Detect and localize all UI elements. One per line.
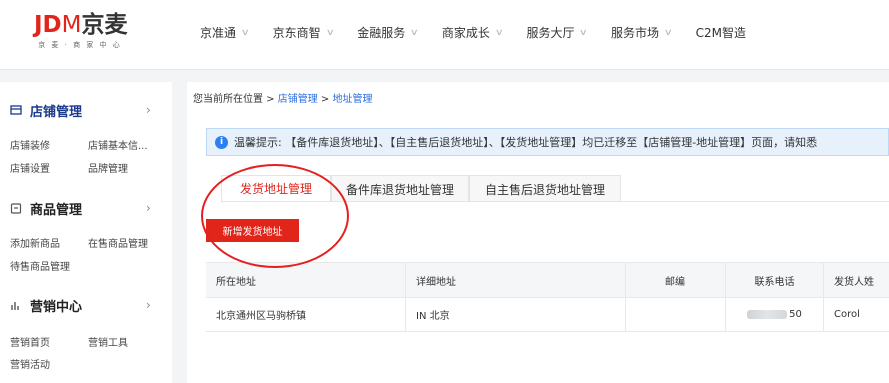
breadcrumb-link-shop-management[interactable]: 店铺管理 [278, 94, 318, 105]
chevron-down-icon: ∨ [494, 27, 504, 38]
address-tabs: 发货地址管理 备件库退货地址管理 自主售后退货地址管理 [221, 175, 621, 202]
breadcrumb: 您当前所在位置 > 店铺管理 > 地址管理 [193, 90, 373, 105]
column-header-phone: 联系电话 [726, 263, 824, 297]
info-icon: i [215, 135, 228, 149]
nav-merchant-growth[interactable]: 商家成长 ∨ [441, 24, 504, 41]
sidebar-item-shop-settings[interactable]: 店铺设置 [10, 160, 50, 175]
chevron-right-icon: › [146, 298, 151, 312]
chevron-down-icon: ∨ [409, 27, 420, 38]
column-header-detail: 详细地址 [406, 263, 626, 297]
nav-c2m[interactable]: C2M智造 [696, 24, 746, 41]
sidebar-section-marketing-center[interactable]: 营销中心 › [0, 295, 172, 315]
nav-jd-shangzhi[interactable]: 京东商智 ∨ [272, 24, 335, 41]
nav-label: 京准通 [200, 26, 237, 40]
column-header-zip: 邮编 [626, 263, 726, 297]
sidebar-section-goods-management[interactable]: 商品管理 › [0, 198, 172, 218]
main-content: 您当前所在位置 > 店铺管理 > 地址管理 i 温馨提示: 【备件库退货地址】、… [187, 82, 889, 383]
notice-text: 温馨提示: 【备件库退货地址】、【自主售后退货地址】、【发货地址管理】均已迁移至… [234, 136, 818, 149]
chevron-right-icon: › [146, 103, 151, 117]
nav-label: 金融服务 [357, 26, 406, 40]
table-row[interactable]: 北京通州区马驹桥镇 IN 北京 50 Corol [206, 298, 889, 332]
logo-m: M [61, 12, 82, 38]
sidebar-item-marketing-activities[interactable]: 营销活动 [10, 356, 50, 371]
nav-label: 服务市场 [611, 26, 660, 40]
logo-jd: JD [34, 12, 62, 38]
table-header-row: 所在地址 详细地址 邮编 联系电话 发货人姓 [206, 263, 889, 298]
sidebar-item-marketing-tools[interactable]: 营销工具 [88, 334, 128, 349]
cell-zip [626, 298, 726, 331]
phone-suffix: 50 [789, 309, 802, 320]
nav-finance[interactable]: 金融服务 ∨ [357, 24, 420, 41]
shop-icon [10, 105, 22, 115]
jd-jingmai-logo[interactable]: JDM京麦 京 麦 · 商 家 中 心 [34, 12, 144, 58]
cell-detail: IN 北京 [406, 298, 626, 331]
goods-icon [10, 203, 22, 214]
chevron-down-icon: ∨ [579, 27, 589, 38]
chevron-right-icon: › [146, 201, 151, 215]
redacted-phone-blur [747, 310, 788, 319]
tab-spare-parts-return-address[interactable]: 备件库退货地址管理 [331, 175, 469, 202]
nav-label: 商家成长 [441, 26, 490, 40]
nav-service-hall[interactable]: 服务大厅 ∨ [526, 24, 589, 41]
sidebar-item-add-goods[interactable]: 添加新商品 [10, 235, 60, 250]
add-shipping-address-button[interactable]: 新增发货地址 [206, 219, 299, 242]
top-bar: JDM京麦 京 麦 · 商 家 中 心 京准通 ∨ 京东商智 ∨ 金融服务 ∨ 商家成… [0, 0, 889, 70]
nav-label: 京东商智 [272, 26, 321, 40]
tab-divider [221, 201, 889, 202]
sidebar-section-shop-management[interactable]: 店铺管理 › [0, 100, 172, 120]
sidebar-item-on-sale-goods[interactable]: 在售商品管理 [88, 235, 148, 250]
nav-service-market[interactable]: 服务市场 ∨ [611, 24, 673, 41]
nav-label: 服务大厅 [526, 26, 575, 40]
chevron-down-icon: ∨ [325, 27, 335, 38]
cell-address: 北京通州区马驹桥镇 [206, 298, 406, 331]
logo-cn: 京麦 [81, 12, 128, 38]
logo-subtitle: 京 麦 · 商 家 中 心 [38, 41, 122, 49]
sidebar-item-marketing-home[interactable]: 营销首页 [10, 334, 50, 349]
breadcrumb-current-address-management[interactable]: 地址管理 [333, 94, 373, 105]
sidebar-section-title: 店铺管理 [30, 104, 83, 120]
sidebar-item-shop-basic-info[interactable]: 店铺基本信... [88, 137, 148, 152]
tab-self-service-return-address[interactable]: 自主售后退货地址管理 [469, 175, 621, 202]
breadcrumb-separator: > [317, 94, 333, 105]
notice-banner: i 温馨提示: 【备件库退货地址】、【自主售后退货地址】、【发货地址管理】均已迁… [206, 128, 889, 156]
chart-icon [11, 302, 19, 310]
logo-wordmark: JDM京麦 [34, 12, 144, 38]
top-nav: 京准通 ∨ 京东商智 ∨ 金融服务 ∨ 商家成长 ∨ 服务大厅 ∨ 服务市场 ∨ C2M智造 [200, 24, 770, 41]
cell-phone: 50 [726, 298, 824, 331]
sidebar-section-title: 商品管理 [30, 202, 83, 218]
chevron-down-icon: ∨ [240, 27, 250, 38]
chevron-down-icon: ∨ [663, 27, 673, 38]
sidebar: 店铺管理 › 店铺装修 店铺基本信... 店铺设置 品牌管理 商品管理 › 添加… [0, 82, 172, 383]
tab-shipping-address[interactable]: 发货地址管理 [221, 175, 331, 202]
nav-label: C2M智造 [695, 26, 747, 40]
address-table: 所在地址 详细地址 邮编 联系电话 发货人姓 北京通州区马驹桥镇 IN 北京 5… [206, 262, 889, 332]
sidebar-item-shop-decoration[interactable]: 店铺装修 [10, 137, 50, 152]
cell-sender: Corol [834, 309, 860, 320]
sidebar-item-pending-goods[interactable]: 待售商品管理 [10, 258, 70, 273]
sidebar-item-brand-management[interactable]: 品牌管理 [88, 160, 128, 175]
breadcrumb-prefix: 您当前所在位置 > [193, 94, 278, 105]
column-header-sender: 发货人姓 [834, 276, 874, 288]
column-header-address: 所在地址 [206, 263, 406, 297]
sidebar-section-title: 营销中心 [30, 299, 83, 315]
nav-jingzhuntong[interactable]: 京准通 ∨ [200, 24, 250, 41]
